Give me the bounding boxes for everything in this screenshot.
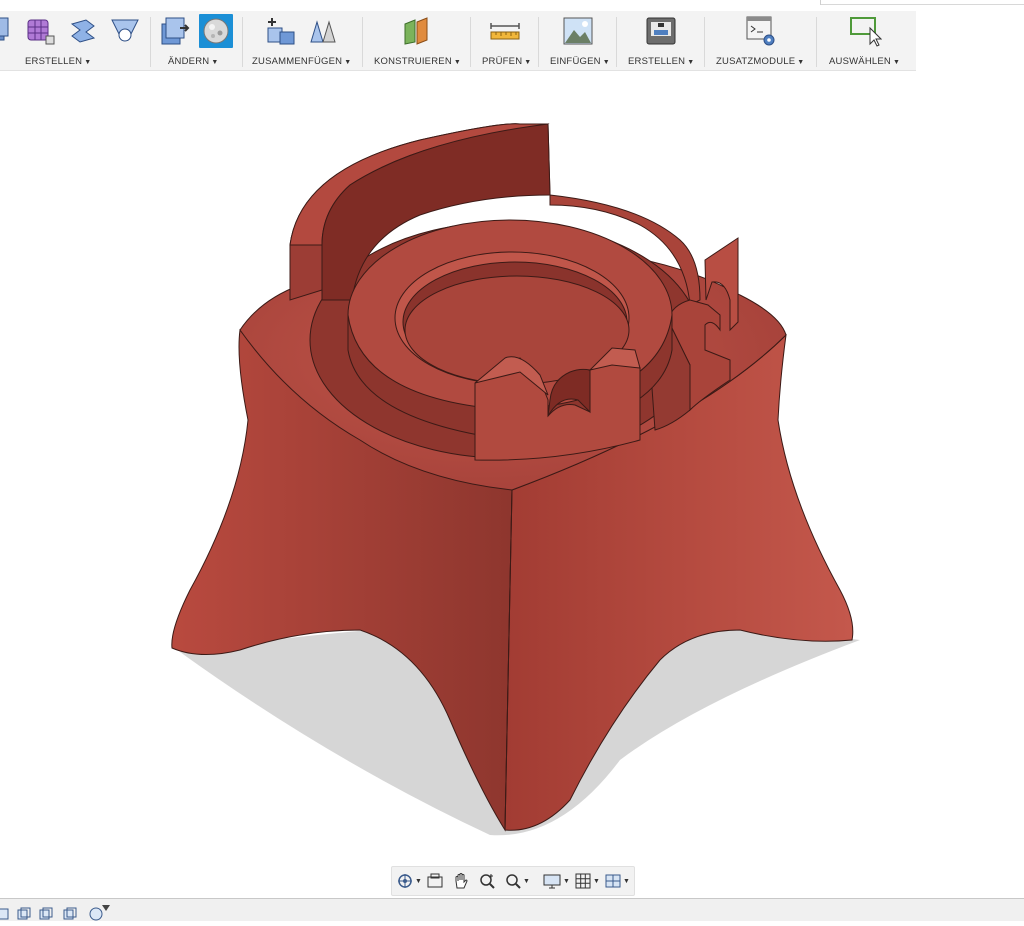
chevron-down-icon: ▼ bbox=[344, 59, 352, 66]
group-label-erstellen-2[interactable]: ERSTELLEN ▼ bbox=[628, 56, 694, 67]
timeline-settings-icon[interactable] bbox=[88, 903, 112, 926]
toolbar-divider bbox=[816, 17, 817, 67]
chevron-down-icon: ▼ bbox=[563, 877, 570, 885]
chevron-down-icon: ▼ bbox=[797, 59, 805, 66]
appearance-icon[interactable] bbox=[199, 14, 233, 48]
toolbar: ERSTELLEN ▼ ÄNDERN ▼ ZUSAMMENFÜGEN ▼ KONSTR… bbox=[0, 11, 916, 71]
chevron-down-icon: ▼ bbox=[602, 59, 610, 66]
timeline-forward-icon[interactable] bbox=[62, 907, 78, 926]
erstellen-label-text: ERSTELLEN bbox=[25, 56, 83, 67]
construct-plane-icon[interactable] bbox=[399, 14, 433, 48]
auswaehlen-label-text: AUSWÄHLEN bbox=[829, 56, 891, 67]
chevron-down-icon: ▼ bbox=[84, 59, 92, 66]
chevron-down-icon: ▼ bbox=[892, 59, 901, 66]
aendern-label-text: ÄNDERN bbox=[168, 56, 210, 67]
pan-icon[interactable] bbox=[452, 871, 470, 891]
select-window-icon[interactable] bbox=[848, 14, 882, 48]
chevron-down-icon: ▼ bbox=[453, 59, 462, 66]
erstellen2-label-text: ERSTELLEN bbox=[628, 56, 686, 67]
joint-icon[interactable] bbox=[264, 14, 298, 48]
toolbar-divider bbox=[616, 17, 617, 67]
group-label-erstellen[interactable]: ERSTELLEN ▼ bbox=[25, 56, 91, 67]
canvas-viewport[interactable] bbox=[0, 71, 1024, 866]
grid-settings-icon[interactable]: ▼ bbox=[574, 871, 600, 891]
scripts-addins-icon[interactable] bbox=[744, 14, 778, 48]
timeline-back-icon[interactable] bbox=[16, 907, 32, 926]
3d-print-icon[interactable] bbox=[644, 14, 678, 48]
toolbar-divider bbox=[470, 17, 471, 67]
form-grid-icon[interactable] bbox=[24, 14, 58, 48]
viewports-icon[interactable]: ▼ bbox=[604, 871, 630, 891]
chevron-down-icon: ▼ bbox=[687, 59, 695, 66]
navigation-bar: ▼ ▼ ▼ ▼ ▼ bbox=[391, 866, 635, 896]
toolbar-divider bbox=[704, 17, 705, 67]
toolbar-divider bbox=[538, 17, 539, 67]
chevron-down-icon: ▼ bbox=[211, 59, 219, 66]
group-label-konstruieren[interactable]: KONSTRUIEREN ▼ bbox=[374, 56, 461, 67]
zoom-icon[interactable] bbox=[478, 871, 496, 891]
timeline-bar bbox=[0, 898, 1024, 921]
fit-icon[interactable]: ▼ bbox=[504, 871, 530, 891]
zusammenfuegen-label-text: ZUSAMMENFÜGEN bbox=[252, 56, 343, 67]
extrude-icon[interactable] bbox=[0, 14, 12, 48]
group-label-zusammenfuegen[interactable]: ZUSAMMENFÜGEN ▼ bbox=[252, 56, 351, 67]
einfuegen-label-text: EINFÜGEN bbox=[550, 56, 601, 67]
toolbar-divider bbox=[242, 17, 243, 67]
as-built-joint-icon[interactable] bbox=[307, 14, 341, 48]
group-label-aendern[interactable]: ÄNDERN ▼ bbox=[168, 56, 218, 67]
group-label-zusatzmodule[interactable]: ZUSATZMODULE ▼ bbox=[716, 56, 804, 67]
look-at-icon[interactable] bbox=[426, 871, 444, 891]
top-strip-line bbox=[820, 4, 1024, 5]
press-pull-icon[interactable] bbox=[158, 14, 192, 48]
konstruieren-label-text: KONSTRUIEREN bbox=[374, 56, 452, 67]
group-label-pruefen[interactable]: PRÜFEN ▼ bbox=[482, 56, 531, 67]
chevron-down-icon: ▼ bbox=[415, 877, 422, 885]
top-strip-separator bbox=[820, 0, 821, 5]
toolbar-divider bbox=[362, 17, 363, 67]
chevron-down-icon: ▼ bbox=[623, 877, 630, 885]
timeline-start-icon[interactable] bbox=[0, 907, 10, 926]
group-label-einfuegen[interactable]: EINFÜGEN ▼ bbox=[550, 56, 610, 67]
toolbar-divider bbox=[150, 17, 151, 67]
orbit-icon[interactable]: ▼ bbox=[396, 871, 422, 891]
model-render bbox=[171, 123, 860, 836]
insert-image-icon[interactable] bbox=[561, 14, 595, 48]
display-settings-icon[interactable]: ▼ bbox=[542, 871, 570, 891]
group-label-auswaehlen[interactable]: AUSWÄHLEN ▼ bbox=[829, 56, 900, 67]
sweep-icon[interactable] bbox=[108, 14, 142, 48]
revolve-icon[interactable] bbox=[66, 14, 100, 48]
window-top-strip bbox=[0, 0, 1024, 11]
measure-icon[interactable] bbox=[488, 14, 522, 48]
timeline-play-icon[interactable] bbox=[38, 907, 54, 926]
pruefen-label-text: PRÜFEN bbox=[482, 56, 523, 67]
chevron-down-icon: ▼ bbox=[524, 59, 532, 66]
zusatzmodule-label-text: ZUSATZMODULE bbox=[716, 56, 796, 67]
chevron-down-icon: ▼ bbox=[523, 877, 530, 885]
chevron-down-icon: ▼ bbox=[593, 877, 600, 885]
